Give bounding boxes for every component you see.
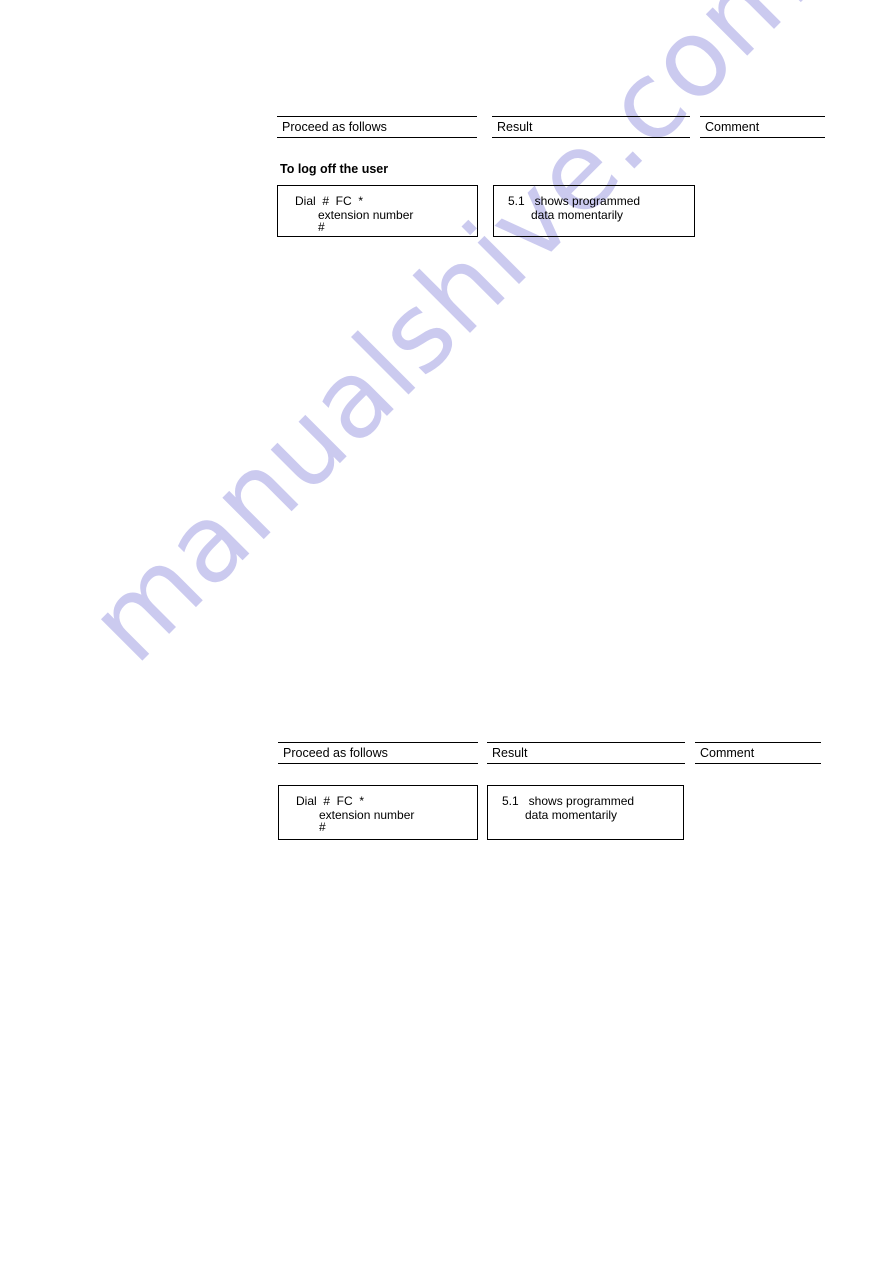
procedure-line-2-2: extension number [319, 808, 415, 822]
result-line-2-2: data momentarily [525, 808, 618, 822]
procedure-cell-top: Dial # FC * extension number # [277, 185, 478, 237]
procedure-line-3-2: # [319, 820, 326, 834]
column-header-proceed-label: Proceed as follows [282, 120, 387, 134]
result-cell-bottom: 5.1 shows programmed data momentarily [487, 785, 684, 840]
column-header-comment-label: Comment [705, 120, 760, 134]
column-header-proceed-2: Proceed as follows [278, 742, 478, 764]
result-line-1: 5.1 shows programmed [508, 194, 641, 208]
procedure-line-1-2: Dial # FC * [296, 794, 365, 808]
column-header-result-2: Result [487, 742, 685, 764]
result-line-1-2: 5.1 shows programmed [502, 794, 635, 808]
column-header-proceed-label-2: Proceed as follows [283, 746, 388, 760]
result-cell-top: 5.1 shows programmed data momentarily [493, 185, 695, 237]
column-header-result-label-2: Result [492, 746, 528, 760]
procedure-cell-bottom: Dial # FC * extension number # [278, 785, 478, 840]
procedure-line-3: # [318, 220, 325, 234]
document-page: manualshive.com Proceed as follows Resul… [0, 0, 893, 1263]
column-header-result-label: Result [497, 120, 533, 134]
column-header-comment-2: Comment [695, 742, 821, 764]
procedure-table-bottom: Proceed as follows Result Comment Dial #… [0, 0, 893, 840]
procedure-line-1: Dial # FC * [295, 194, 364, 208]
column-header-comment-label-2: Comment [700, 746, 755, 760]
procedure-line-2: extension number [318, 208, 414, 222]
result-line-2: data momentarily [531, 208, 624, 222]
section-title-log-off-user: To log off the user [280, 162, 389, 176]
